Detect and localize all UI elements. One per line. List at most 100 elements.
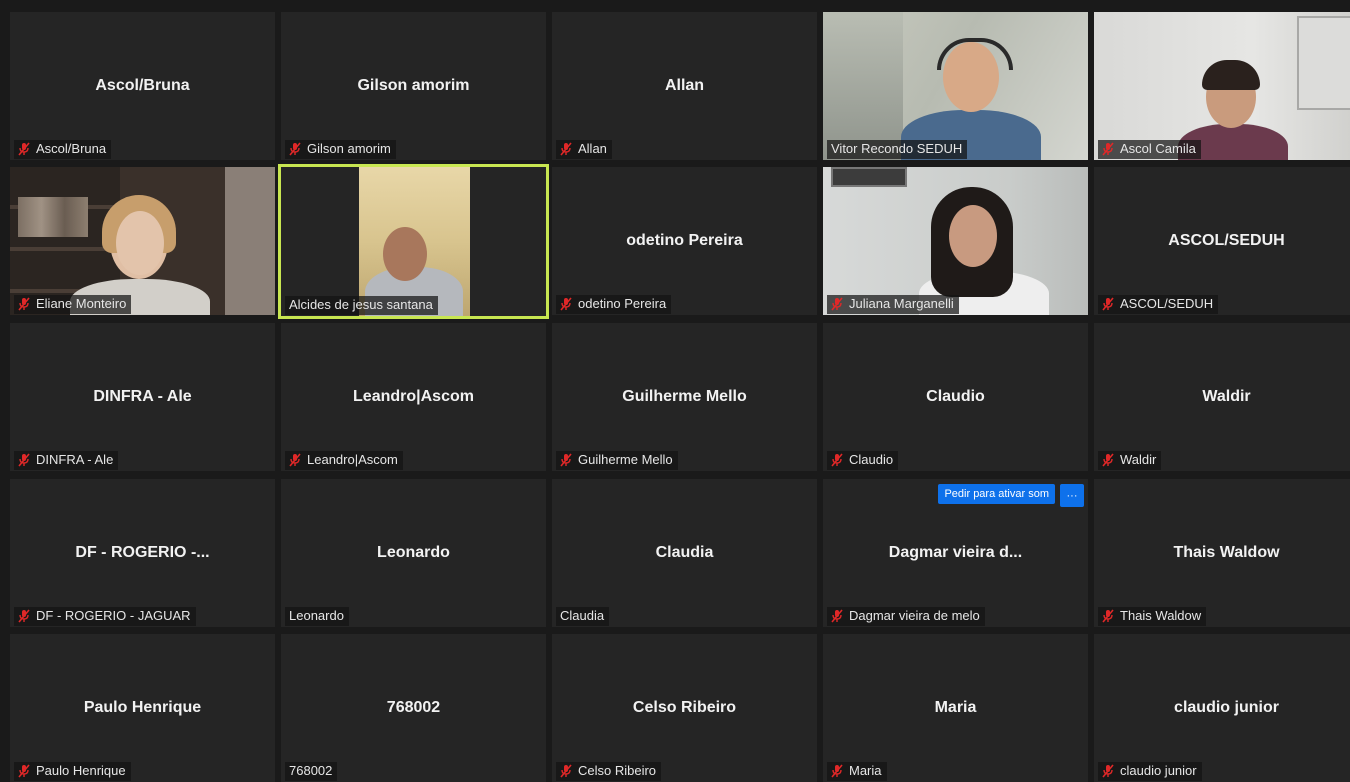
participant-label: Leonardo — [285, 607, 349, 626]
participant-label-text: Leonardo — [289, 608, 344, 623]
participant-video — [823, 167, 1088, 315]
muted-mic-icon — [289, 142, 301, 156]
participant-name: Guilherme Mello — [622, 388, 747, 405]
participant-tile[interactable]: Claudia Claudia — [552, 479, 817, 627]
participant-label-text: Celso Ribeiro — [578, 763, 657, 778]
participant-tile[interactable]: odetino Pereira odetino Pereira — [552, 167, 817, 315]
muted-mic-icon — [831, 453, 843, 467]
video-gallery: Ascol/Bruna Ascol/Bruna Gilson amorim Gi… — [0, 0, 1350, 782]
muted-mic-icon — [289, 453, 301, 467]
participant-name: Claudio — [926, 388, 985, 405]
participant-tile[interactable]: ASCOL/SEDUH ASCOL/SEDUH — [1094, 167, 1350, 315]
participant-name: Celso Ribeiro — [632, 699, 737, 716]
participant-video — [823, 12, 1088, 160]
participant-label-text: Dagmar vieira de melo — [849, 608, 980, 623]
participant-label-text: Leandro|Ascom — [307, 452, 398, 467]
participant-label-text: Guilherme Mello — [578, 452, 673, 467]
participant-tile[interactable]: Claudio Claudio — [823, 323, 1088, 471]
participant-label-text: Eliane Monteiro — [36, 296, 127, 311]
participant-label-text: Ascol Camila — [1120, 141, 1196, 156]
participant-name: odetino Pereira — [626, 232, 743, 249]
participant-tile[interactable]: Waldir Waldir — [1094, 323, 1350, 471]
muted-mic-icon — [18, 609, 30, 623]
participant-tile[interactable]: Paulo Henrique Paulo Henrique — [10, 634, 275, 782]
participant-tile[interactable]: DINFRA - Ale DINFRA - Ale — [10, 323, 275, 471]
muted-mic-icon — [1102, 453, 1114, 467]
participant-tile[interactable]: Leandro|Ascom Leandro|Ascom — [281, 323, 546, 471]
participant-label: Guilherme Mello — [556, 451, 678, 470]
muted-mic-icon — [560, 297, 572, 311]
muted-mic-icon — [18, 297, 30, 311]
ask-to-unmute-button[interactable]: Pedir para ativar som — [938, 484, 1055, 504]
participant-tile[interactable]: Leonardo Leonardo — [281, 479, 546, 627]
muted-mic-icon — [18, 142, 30, 156]
more-options-button[interactable]: ··· — [1060, 484, 1084, 507]
participant-label: Celso Ribeiro — [556, 762, 662, 781]
participant-label: Dagmar vieira de melo — [827, 607, 985, 626]
participant-label-text: 768002 — [289, 763, 333, 778]
participant-name: Gilson amorim — [357, 77, 470, 94]
participant-label: Vitor Recondo SEDUH — [827, 140, 968, 159]
muted-mic-icon — [831, 297, 843, 311]
participant-name: Thais Waldow — [1173, 544, 1280, 561]
muted-mic-icon — [560, 764, 572, 778]
participant-label: Claudia — [556, 607, 610, 626]
participant-label-text: DINFRA - Ale — [36, 452, 114, 467]
participant-name: Ascol/Bruna — [95, 77, 190, 94]
muted-mic-icon — [831, 609, 843, 623]
participant-label: Alcides de jesus santana — [285, 296, 438, 315]
participant-label: Ascol Camila — [1098, 140, 1201, 159]
participant-tile[interactable]: 768002 768002 — [281, 634, 546, 782]
participant-name: DF - ROGERIO -... — [75, 544, 210, 561]
participant-tile[interactable]: Guilherme Mello Guilherme Mello — [552, 323, 817, 471]
participant-label: Thais Waldow — [1098, 607, 1207, 626]
participant-label: Maria — [827, 762, 887, 781]
participant-label: odetino Pereira — [556, 295, 672, 314]
participant-tile[interactable]: Celso Ribeiro Celso Ribeiro — [552, 634, 817, 782]
muted-mic-icon — [1102, 609, 1114, 623]
participant-tile-hovered[interactable]: Pedir para ativar som ··· Dagmar vieira … — [823, 479, 1088, 627]
muted-mic-icon — [1102, 142, 1114, 156]
participant-label-text: Waldir — [1120, 452, 1157, 467]
participant-name: Leandro|Ascom — [353, 388, 474, 405]
participant-label-text: DF - ROGERIO - JAGUAR — [36, 608, 191, 623]
participant-tile-active-speaker[interactable]: Alcides de jesus santana — [278, 164, 549, 319]
participant-label-text: Claudio — [849, 452, 894, 467]
muted-mic-icon — [18, 764, 30, 778]
muted-mic-icon — [560, 453, 572, 467]
muted-mic-icon — [831, 764, 843, 778]
participant-tile[interactable]: DF - ROGERIO -... DF - ROGERIO - JAGUAR — [10, 479, 275, 627]
participant-label: Leandro|Ascom — [285, 451, 403, 470]
participant-name: Maria — [934, 699, 977, 716]
participant-tile[interactable]: Thais Waldow Thais Waldow — [1094, 479, 1350, 627]
muted-mic-icon — [1102, 297, 1114, 311]
participant-name: Dagmar vieira d... — [888, 544, 1023, 561]
participant-label-text: odetino Pereira — [578, 296, 667, 311]
participant-label-text: Vitor Recondo SEDUH — [831, 141, 963, 156]
participant-label: ASCOL/SEDUH — [1098, 295, 1219, 314]
participant-tile[interactable]: Allan Allan — [552, 12, 817, 160]
participant-label-text: Alcides de jesus santana — [289, 297, 433, 312]
muted-mic-icon — [18, 453, 30, 467]
participant-tile[interactable]: Juliana Marganelli — [823, 167, 1088, 315]
participant-name: Leonardo — [377, 544, 450, 561]
participant-tile[interactable]: Vitor Recondo SEDUH — [823, 12, 1088, 160]
participant-label: Eliane Monteiro — [14, 295, 132, 314]
participant-tile[interactable]: Gilson amorim Gilson amorim — [281, 12, 546, 160]
participant-tile[interactable]: Eliane Monteiro — [10, 167, 275, 315]
participant-name: Paulo Henrique — [83, 699, 202, 716]
muted-mic-icon — [1102, 764, 1114, 778]
participant-name: ASCOL/SEDUH — [1168, 232, 1285, 249]
participant-label-text: Allan — [578, 141, 607, 156]
participant-label-text: Claudia — [560, 608, 605, 623]
muted-mic-icon — [560, 142, 572, 156]
participant-label-text: Thais Waldow — [1120, 608, 1202, 623]
participant-label: Ascol/Bruna — [14, 140, 112, 159]
participant-name: Waldir — [1202, 388, 1251, 405]
participant-tile[interactable]: Ascol Camila — [1094, 12, 1350, 160]
participant-tile[interactable]: Ascol/Bruna Ascol/Bruna — [10, 12, 275, 160]
participant-label-text: Maria — [849, 763, 882, 778]
participant-tile[interactable]: claudio junior claudio junior — [1094, 634, 1350, 782]
participant-tile[interactable]: Maria Maria — [823, 634, 1088, 782]
participant-label-text: Ascol/Bruna — [36, 141, 107, 156]
